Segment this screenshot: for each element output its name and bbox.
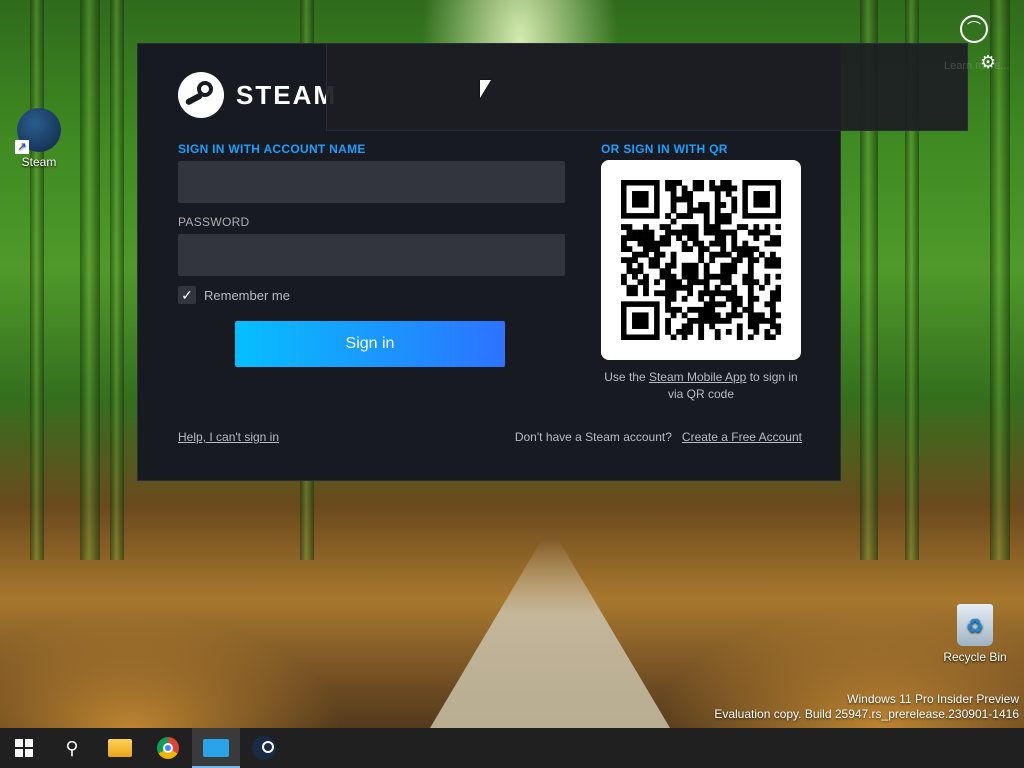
wallpaper-bamboo bbox=[990, 0, 1010, 560]
desktop-icon-steam[interactable]: ↗ Steam bbox=[4, 108, 74, 169]
wallpaper-bamboo bbox=[30, 0, 44, 560]
create-account-row: Don't have a Steam account? Create a Fre… bbox=[515, 430, 802, 444]
remember-me-checkbox[interactable]: ✓ bbox=[178, 286, 196, 304]
active-app-button[interactable] bbox=[192, 728, 240, 768]
password-input[interactable] bbox=[178, 234, 565, 276]
help-cant-sign-in-link[interactable]: Help, I can't sign in bbox=[178, 430, 279, 444]
wallpaper-bamboo bbox=[110, 0, 124, 560]
keyboard-app-icon bbox=[203, 739, 229, 757]
qr-code-image bbox=[621, 180, 781, 340]
mouse-cursor-icon bbox=[480, 80, 491, 98]
desktop-icon-label: Recycle Bin bbox=[943, 650, 1007, 664]
steam-logo: STEAM bbox=[178, 72, 337, 118]
steam-mobile-app-link[interactable]: Steam Mobile App bbox=[649, 370, 746, 384]
steam-logo-text: STEAM bbox=[236, 79, 337, 110]
account-name-input[interactable] bbox=[178, 161, 565, 203]
wallpaper-bamboo bbox=[80, 0, 100, 560]
gear-icon[interactable]: ⚙ bbox=[980, 52, 996, 73]
overlay-panel bbox=[326, 43, 968, 131]
desktop-icon-label: Steam bbox=[21, 155, 57, 169]
chrome-button[interactable] bbox=[144, 728, 192, 768]
watermark-line: Evaluation copy. Build 25947.rs_prerelea… bbox=[714, 707, 1019, 721]
password-label: PASSWORD bbox=[178, 215, 250, 229]
qr-caption-text: Use the bbox=[604, 370, 649, 384]
taskbar: ⚲ bbox=[0, 728, 1024, 768]
account-name-label: SIGN IN WITH ACCOUNT NAME bbox=[178, 142, 366, 156]
sign-in-button[interactable]: Sign in bbox=[235, 321, 505, 367]
desktop-icon-recycle-bin[interactable]: ♻ Recycle Bin bbox=[940, 604, 1010, 664]
qr-code bbox=[601, 160, 801, 360]
windows-watermark: Windows 11 Pro Insider Preview Evaluatio… bbox=[714, 692, 1019, 722]
qr-sign-in-label: OR SIGN IN WITH QR bbox=[601, 142, 728, 156]
shortcut-arrow-icon: ↗ bbox=[15, 140, 29, 154]
remember-me-row[interactable]: ✓ Remember me bbox=[178, 286, 290, 304]
recycle-bin-icon: ♻ bbox=[957, 604, 993, 646]
start-button[interactable] bbox=[0, 728, 48, 768]
search-button[interactable]: ⚲ bbox=[48, 728, 96, 768]
steam-logo-icon bbox=[178, 72, 224, 118]
remember-me-label: Remember me bbox=[204, 287, 290, 303]
qr-caption: Use the Steam Mobile App to sign in via … bbox=[601, 369, 801, 403]
search-icon: ⚲ bbox=[65, 737, 79, 758]
user-circle-icon[interactable]: ⌒ bbox=[960, 15, 988, 43]
no-account-text: Don't have a Steam account? bbox=[514, 430, 672, 444]
create-free-account-link[interactable]: Create a Free Account bbox=[682, 430, 802, 444]
watermark-line: Windows 11 Pro Insider Preview bbox=[847, 692, 1019, 706]
folder-icon bbox=[108, 739, 132, 757]
overlay-faint-text: Learn more... bbox=[944, 60, 1010, 72]
steam-icon: ↗ bbox=[15, 108, 61, 154]
file-explorer-button[interactable] bbox=[96, 728, 144, 768]
windows-logo-icon bbox=[15, 739, 33, 757]
steam-icon bbox=[252, 736, 276, 760]
steam-taskbar-button[interactable] bbox=[240, 728, 288, 768]
chrome-icon bbox=[157, 737, 179, 759]
